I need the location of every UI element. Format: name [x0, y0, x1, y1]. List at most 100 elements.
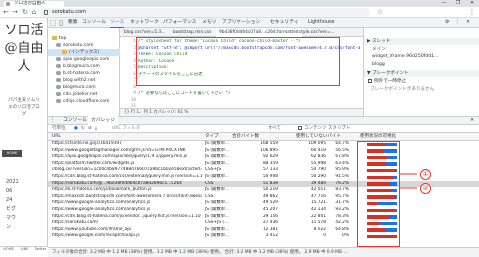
threads-header[interactable]: ▶ スレッド	[364, 38, 479, 45]
coverage-row[interactable]: https://platform.twitter.com/widgets.js J…	[48, 161, 479, 168]
row-type: JS (関数単...	[205, 226, 230, 232]
row-total-bytes: 3 412	[265, 233, 278, 239]
cloud-icon	[56, 42, 61, 47]
breakpoints-header[interactable]: ▼ ブレークポイント	[364, 70, 479, 77]
tab-application[interactable]: アプリケーション	[222, 18, 260, 28]
bookmark-star-icon[interactable]: ☆	[376, 8, 384, 17]
coverage-row[interactable]: https://sorokatu.com/CSS+JS (... 27 436 11…	[48, 220, 479, 227]
thread-widget[interactable]: widget_iframe.96d250fdd1...	[372, 53, 438, 60]
tab-network[interactable]: ネットワーク	[130, 18, 159, 28]
cloud-icon	[56, 98, 61, 103]
row-unused-bytes: 8 022	[313, 226, 326, 232]
drawer-menu-icon[interactable]: ⋮	[50, 116, 58, 125]
minimize-button[interactable]: —	[437, 0, 451, 7]
coverage-row[interactable]: https://ctsinfo.ne.jp/js/16419197 JS (関数単…	[48, 141, 479, 148]
home-icon[interactable]: ⌂	[30, 8, 38, 17]
tree-domain-item[interactable]: b.st-hatena.com	[56, 70, 100, 77]
col-url[interactable]: URL	[52, 133, 61, 141]
source-tab[interactable]: blog.css?ver=5.3...	[121, 28, 168, 37]
pause-on-exceptions[interactable]: 例外で一時停止	[368, 78, 406, 85]
back-icon[interactable]: ←	[2, 8, 10, 17]
col-total-bytes[interactable]: 合計バイト数	[232, 133, 259, 141]
row-unused-bytes: 109 095	[308, 141, 326, 146]
menu-dots-icon[interactable]: ⋮	[468, 8, 476, 17]
bottom-nav-home[interactable]: HOME	[1, 247, 16, 251]
address-input[interactable]: sorokatu.com	[40, 8, 370, 17]
row-total-bytes: 49 529	[262, 200, 278, 206]
row-unused-percent: 67.8%	[335, 154, 349, 160]
inspect-icon[interactable]: ⬚	[49, 18, 57, 28]
row-unused-percent: 56.5%	[335, 147, 349, 153]
record-icon[interactable]: ●	[74, 125, 78, 133]
device-toolbar-icon[interactable]: ▯	[57, 18, 65, 28]
site-logo[interactable]: ソロ活 @自由 人	[4, 22, 44, 76]
row-url: https://www.google-analytics.com/analyti…	[52, 207, 151, 212]
tree-domain-item[interactable]: sorokatu.com	[56, 42, 94, 49]
thread-main[interactable]: メイン	[372, 46, 386, 53]
coverage-table-header	[48, 133, 479, 141]
tab-elements[interactable]: 要素	[68, 18, 78, 28]
tree-domain-item[interactable]: b.blogmura.com	[56, 63, 100, 70]
col-unused-bytes[interactable]: 使用していないバイト	[296, 133, 341, 141]
coverage-row[interactable]: https://www.google.com/recaptcha/api.js J…	[48, 233, 479, 240]
checkbox-icon[interactable]	[298, 125, 302, 130]
close-devtools-icon[interactable]: ✕	[466, 18, 470, 28]
tab-performance[interactable]: パフォーマンス	[163, 18, 196, 28]
thread-blogg[interactable]: blogg	[372, 61, 385, 68]
clear-icon[interactable]: ⊘	[88, 125, 92, 133]
reload-coverage-icon[interactable]: ↻	[81, 125, 85, 133]
cloud-icon	[56, 84, 61, 89]
col-type[interactable]: タイプ	[205, 133, 219, 141]
url-filter-input[interactable]: URL フィルタ	[112, 125, 262, 133]
maximize-button[interactable]: ❐	[451, 0, 465, 7]
cloud-icon	[56, 56, 61, 61]
tree-domain-item[interactable]: cdn.jsdelivr.net	[56, 91, 97, 98]
export-icon[interactable]: ⤓	[95, 125, 97, 133]
tab-sources[interactable]: ソース	[110, 18, 125, 28]
row-total-bytes: 29 156	[262, 213, 278, 219]
tab-memory[interactable]: メモリ	[202, 18, 216, 28]
coverage-row[interactable]: https://www.google-analytics.com/analyti…	[48, 207, 479, 214]
coverage-row[interactable]: https://www.youtube.com/iframe_api JS (関数…	[48, 227, 479, 234]
content-scripts-checkbox[interactable]: コンテンツ スクリプト	[298, 125, 350, 133]
tab-console[interactable]: コンソール	[82, 18, 106, 28]
tab-lighthouse[interactable]: Lighthouse	[308, 18, 334, 28]
tree-domain-item[interactable]: blogmura.com	[56, 84, 96, 91]
tab-security[interactable]: セキュリティ	[270, 18, 299, 28]
cloud-icon	[56, 77, 61, 82]
bottom-nav-twitter[interactable]: Twitter	[33, 247, 48, 251]
row-type: JS (関数単...	[205, 141, 230, 146]
coverage-row[interactable]: https://cdn.blog.st-hatena.com/js/vendor…	[48, 214, 479, 221]
checkbox-icon[interactable]	[368, 78, 372, 83]
drawer-tab-coverage[interactable]: カバレッジ	[88, 116, 118, 125]
forward-icon[interactable]: →	[11, 8, 19, 17]
close-window-button[interactable]: ✕	[465, 0, 479, 7]
coverage-row[interactable]: https://www.googletagmanager.com/gtm.js?…	[48, 148, 479, 155]
tree-domain-item[interactable]: ajax.googleapis.com	[56, 56, 109, 63]
coverage-row[interactable]: https://ajax.googleapis.com/ajax/libs/jq…	[48, 154, 479, 161]
coverage-row[interactable]: https://www.google-analytics.com/analyti…	[48, 200, 479, 207]
row-unused-bytes: 42 134	[310, 207, 326, 212]
reload-icon[interactable]: ↻	[21, 8, 29, 17]
source-tab[interactable]: bootstrap.min.css	[170, 28, 214, 37]
annotation-box-code	[136, 37, 340, 86]
tree-domain-item[interactable]: blog.with2.net	[56, 77, 95, 84]
per-line-select[interactable]: 行単位	[52, 125, 66, 133]
tree-item-label: ajax.googleapis.com	[63, 57, 110, 62]
tree-file-item[interactable]: (インデックス)	[62, 49, 99, 56]
source-tab-active[interactable]: 9bd38f0dd64c07a8...c264:formatted	[216, 28, 302, 37]
settings-gear-icon[interactable]: ⚙	[445, 18, 449, 28]
tree-domain-item[interactable]: cdnjs.cloudflare.com	[56, 98, 110, 105]
col-usage-visualization[interactable]: 使用状況の可視化	[360, 133, 396, 141]
close-drawer-icon[interactable]: ✕	[470, 116, 474, 125]
type-filter-select[interactable]: すべて	[268, 125, 281, 133]
source-tab[interactable]: style.css?ver=...	[296, 28, 337, 37]
tree-folder-item[interactable]: top	[52, 35, 66, 42]
row-url: https://sorokatu.com/@...9bd38f0dd64c07a…	[52, 180, 182, 186]
drawer-tab-console[interactable]: コンソール	[60, 116, 90, 125]
site-tagline: パパ主夫ソムリ エのソロ活ブロ グ	[2, 97, 46, 118]
more-options-icon[interactable]: ⋮	[455, 18, 460, 28]
lock-icon[interactable]	[44, 10, 48, 15]
home-badge[interactable]: HOME	[2, 150, 22, 157]
bottom-nav-line[interactable]: LINE	[17, 247, 32, 251]
